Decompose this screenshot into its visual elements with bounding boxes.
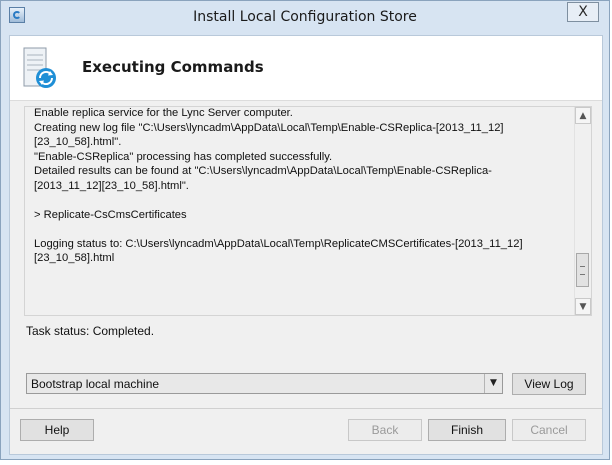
cancel-button[interactable]: Cancel (512, 419, 586, 441)
help-button[interactable]: Help (20, 419, 94, 441)
header-band: Executing Commands (10, 36, 602, 101)
installer-window: Install Local Configuration Store X Exec… (0, 0, 610, 460)
scroll-down-arrow-icon[interactable]: ▼ (575, 298, 591, 315)
title-bar[interactable]: Install Local Configuration Store X (1, 1, 609, 35)
log-text: Enable replica service for the Lync Serv… (34, 107, 564, 266)
log-line: [23_10_58].html (34, 252, 115, 264)
log-line: Creating new log file "C:\Users\lyncadm\… (34, 121, 504, 134)
finish-button[interactable]: Finish (428, 419, 506, 441)
chevron-down-icon[interactable]: ▼ (484, 374, 502, 393)
log-line: [2013_11_12][23_10_58].html". (34, 179, 189, 192)
log-scrollbar[interactable]: ▲ ▼ (574, 107, 591, 315)
log-line: > Replicate-CsCmsCertificates (34, 208, 187, 221)
log-line: "Enable-CSReplica" processing has comple… (34, 150, 333, 163)
task-status-text: Task status: Completed. (26, 324, 155, 338)
scroll-thumb[interactable] (576, 253, 589, 287)
action-select-value: Bootstrap local machine (31, 377, 160, 391)
footer-divider (10, 408, 602, 409)
log-line: Logging status to: C:\Users\lyncadm\AppD… (34, 237, 523, 250)
log-line: Detailed results can be found at "C:\Use… (34, 165, 492, 177)
back-button[interactable]: Back (348, 419, 422, 441)
log-line: Enable replica service for the Lync Serv… (34, 107, 293, 119)
view-log-button[interactable]: View Log (512, 373, 586, 395)
server-refresh-icon (23, 47, 56, 88)
page-title: Executing Commands (82, 58, 264, 76)
close-button[interactable]: X (567, 2, 599, 22)
wizard-client-area: Executing Commands Enable replica servic… (9, 35, 603, 455)
log-line: [23_10_58].html". (34, 136, 122, 148)
window-title: Install Local Configuration Store (193, 9, 417, 25)
action-select[interactable]: Bootstrap local machine ▼ (26, 373, 503, 394)
command-log-output[interactable]: Enable replica service for the Lync Serv… (24, 106, 592, 316)
scroll-up-arrow-icon[interactable]: ▲ (575, 107, 591, 124)
